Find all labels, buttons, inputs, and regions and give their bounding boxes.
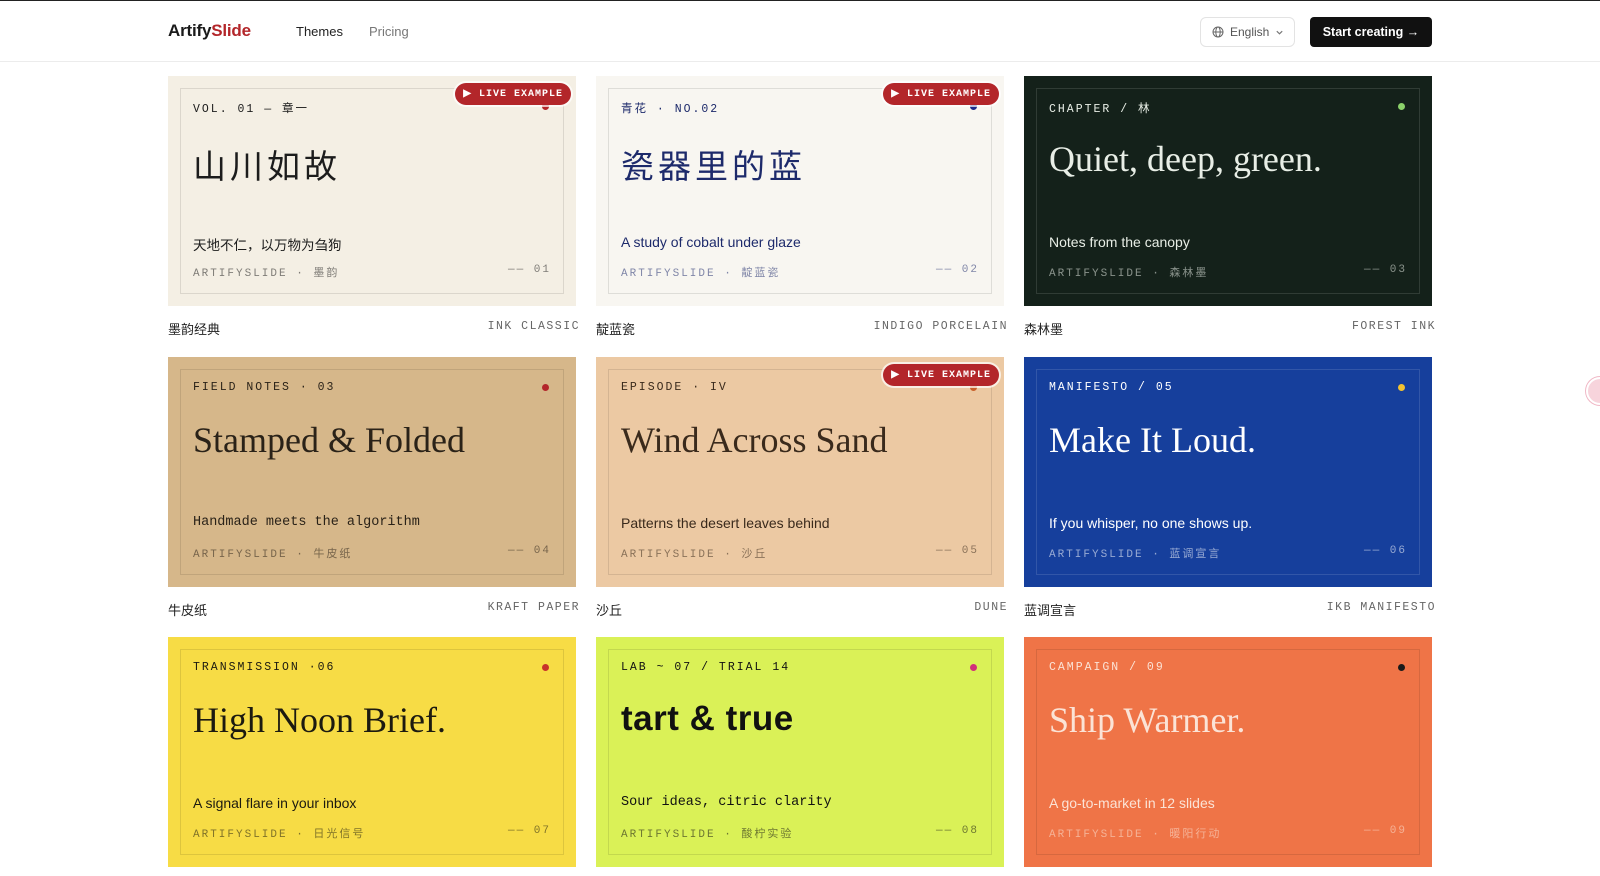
card-subtitle: A go-to-market in 12 slides xyxy=(1049,795,1215,811)
card-subtitle: A study of cobalt under glaze xyxy=(621,234,801,250)
theme-name-cn: 森林墨 xyxy=(1024,323,1064,338)
card-footer-number: —— 04 xyxy=(507,545,551,557)
live-example-badge[interactable]: ▶ LIVE EXAMPLE xyxy=(455,83,571,105)
live-example-badge[interactable]: ▶ LIVE EXAMPLE xyxy=(883,83,999,105)
card-footer-brand: ARTIFYSLIDE · 酸柠实验 xyxy=(621,829,794,841)
card-subtitle: If you whisper, no one shows up. xyxy=(1049,515,1253,531)
theme-name-en: FOREST INK xyxy=(1351,320,1436,333)
theme-preview-card[interactable]: CAMPAIGN / 09 Ship Warmer. A go-to-marke… xyxy=(1024,637,1432,867)
card-footer-brand: ARTIFYSLIDE · 牛皮纸 xyxy=(193,549,353,561)
card-footer-brand: ARTIFYSLIDE · 靛蓝瓷 xyxy=(621,268,781,280)
accent-dot xyxy=(1398,384,1405,391)
theme-name-en: DUNE xyxy=(974,601,1008,614)
card-kicker: CHAPTER / 林 xyxy=(1049,103,1152,116)
logo[interactable]: ArtifySlide xyxy=(168,21,251,41)
card-footer-number: —— 03 xyxy=(1363,264,1407,276)
accent-dot xyxy=(1398,103,1405,110)
theme-name-cn: 牛皮纸 xyxy=(168,604,208,619)
accent-dot xyxy=(1398,664,1405,671)
theme-preview-card[interactable]: FIELD NOTES · 03 Stamped & Folded Handma… xyxy=(168,357,576,587)
card-footer-brand: ARTIFYSLIDE · 暖阳行动 xyxy=(1049,829,1222,841)
card-kicker: TRANSMISSION ·06 xyxy=(193,661,336,674)
card-title: 瓷器里的蓝 xyxy=(621,147,806,186)
card-kicker: CAMPAIGN / 09 xyxy=(1049,661,1165,674)
theme-name-cn: 墨韵经典 xyxy=(168,323,221,338)
accent-dot xyxy=(542,384,549,391)
card-subtitle: Patterns the desert leaves behind xyxy=(621,515,830,531)
card-footer-brand: ARTIFYSLIDE · 蓝调宣言 xyxy=(1049,549,1222,561)
accent-dot xyxy=(970,664,977,671)
card-subtitle: 天地不仁，以万物为刍狗 xyxy=(193,238,342,254)
card-subtitle: A signal flare in your inbox xyxy=(193,795,357,811)
card-kicker: MANIFESTO / 05 xyxy=(1049,381,1174,394)
start-creating-button[interactable]: Start creating → xyxy=(1310,17,1432,47)
card-title: tart & true xyxy=(621,699,794,738)
top-nav: ArtifySlide Themes Pricing English Start… xyxy=(0,0,1600,62)
card-title: High Noon Brief. xyxy=(193,700,446,740)
theme-preview-card[interactable]: VOL. 01 — 章一 山川如故 天地不仁，以万物为刍狗 ARTIFYSLID… xyxy=(168,76,576,306)
card-kicker: EPISODE · IV xyxy=(621,381,728,394)
card-title: Make It Loud. xyxy=(1049,420,1256,460)
card-title: Quiet, deep, green. xyxy=(1049,139,1322,179)
theme-name-cn: 靛蓝瓷 xyxy=(596,323,636,338)
globe-icon xyxy=(1212,26,1224,38)
card-footer-brand: ARTIFYSLIDE · 沙丘 xyxy=(621,549,768,561)
card-footer-number: —— 02 xyxy=(935,264,979,276)
nav-themes-link[interactable]: Themes xyxy=(296,24,343,39)
theme-preview-card[interactable]: 青花 · NO.02 瓷器里的蓝 A study of cobalt under… xyxy=(596,76,1004,306)
theme-preview-card[interactable]: MANIFESTO / 05 Make It Loud. If you whis… xyxy=(1024,357,1432,587)
floating-assistant-icon[interactable] xyxy=(1586,377,1600,405)
card-footer-brand: ARTIFYSLIDE · 森林墨 xyxy=(1049,268,1209,280)
theme-preview-card[interactable]: CHAPTER / 林 Quiet, deep, green. Notes fr… xyxy=(1024,76,1432,306)
card-title: 山川如故 xyxy=(193,147,341,186)
card-footer-brand: ARTIFYSLIDE · 日光信号 xyxy=(193,829,366,841)
theme-name-en: IKB MANIFESTO xyxy=(1326,601,1436,614)
card-kicker: VOL. 01 — 章一 xyxy=(193,103,310,116)
theme-preview-card[interactable]: EPISODE · IV Wind Across Sand Patterns t… xyxy=(596,357,1004,587)
card-footer-brand: ARTIFYSLIDE · 墨韵 xyxy=(193,268,340,280)
theme-name-cn: 蓝调宣言 xyxy=(1024,604,1077,619)
card-subtitle: Sour ideas, citric clarity xyxy=(621,795,832,810)
theme-name-en: INK CLASSIC xyxy=(487,320,580,333)
theme-name-cn: 沙丘 xyxy=(596,604,623,619)
live-example-badge[interactable]: ▶ LIVE EXAMPLE xyxy=(883,364,999,386)
theme-name-en: KRAFT PAPER xyxy=(487,601,580,614)
card-footer-number: —— 07 xyxy=(507,825,551,837)
theme-preview-card[interactable]: LAB ~ 07 / TRIAL 14 tart & true Sour ide… xyxy=(596,637,1004,867)
language-label: English xyxy=(1230,25,1270,39)
card-subtitle: Notes from the canopy xyxy=(1049,234,1190,250)
nav-pricing-link[interactable]: Pricing xyxy=(369,24,409,39)
accent-dot xyxy=(542,664,549,671)
card-footer-number: —— 01 xyxy=(507,264,551,276)
card-footer-number: —— 06 xyxy=(1363,545,1407,557)
card-title: Ship Warmer. xyxy=(1049,700,1246,740)
card-subtitle: Handmade meets the algorithm xyxy=(193,515,420,530)
card-title: Wind Across Sand xyxy=(621,420,888,460)
card-footer-number: —— 08 xyxy=(935,825,979,837)
card-kicker: FIELD NOTES · 03 xyxy=(193,381,336,394)
chevron-down-icon xyxy=(1276,30,1283,35)
theme-name-en: INDIGO PORCELAIN xyxy=(873,320,1008,333)
theme-preview-card[interactable]: TRANSMISSION ·06 High Noon Brief. A sign… xyxy=(168,637,576,867)
card-title: Stamped & Folded xyxy=(193,420,465,460)
card-kicker: LAB ~ 07 / TRIAL 14 xyxy=(621,661,791,674)
language-select[interactable]: English xyxy=(1200,17,1295,47)
card-footer-number: —— 05 xyxy=(935,545,979,557)
card-kicker: 青花 · NO.02 xyxy=(621,103,720,116)
card-footer-number: —— 09 xyxy=(1363,825,1407,837)
